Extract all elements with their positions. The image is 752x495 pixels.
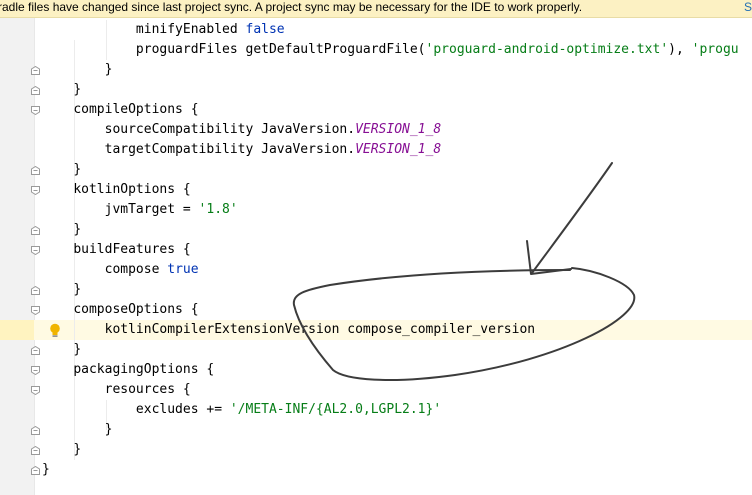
fold-end-icon[interactable] [31, 446, 40, 455]
code-token: proguardFiles getDefaultProguardFile( [135, 42, 426, 57]
code-line[interactable]: kotlinOptions { [42, 180, 739, 200]
lightbulb-icon[interactable] [49, 323, 61, 338]
fold-end-icon[interactable] [31, 66, 40, 75]
code-line[interactable]: kotlinCompilerExtensionVersion compose_c… [42, 320, 739, 340]
code-line[interactable]: } [42, 440, 739, 460]
code-token: buildFeatures { [73, 242, 191, 257]
code-token: } [73, 282, 82, 297]
code-token: compose [104, 262, 168, 277]
code-token: false [245, 22, 285, 37]
code-line[interactable]: } [42, 280, 739, 300]
code-line[interactable]: targetCompatibility JavaVersion.VERSION_… [42, 140, 739, 160]
code-line[interactable]: } [42, 340, 739, 360]
code-token: } [73, 222, 82, 237]
fold-start-icon[interactable] [31, 106, 40, 115]
code-token: } [73, 162, 82, 177]
current-line-gutter-highlight [0, 320, 34, 340]
code-line[interactable]: excludes += '/META-INF/{AL2.0,LGPL2.1}' [42, 400, 739, 420]
code-token: } [73, 442, 82, 457]
code-token: jvmTarget = [104, 202, 199, 217]
banner-message: radle files have changed since last proj… [0, 0, 583, 14]
code-token: } [73, 342, 82, 357]
code-token: excludes += [135, 402, 230, 417]
gradle-sync-banner: radle files have changed since last proj… [0, 0, 752, 18]
fold-start-icon[interactable] [31, 306, 40, 315]
fold-start-icon[interactable] [31, 246, 40, 255]
fold-start-icon[interactable] [31, 186, 40, 195]
code-token: } [104, 422, 113, 437]
fold-end-icon[interactable] [31, 166, 40, 175]
code-line[interactable]: jvmTarget = '1.8' [42, 200, 739, 220]
code-editor[interactable]: minifyEnabled false proguardFiles getDef… [42, 20, 739, 480]
code-line[interactable]: } [42, 60, 739, 80]
code-line[interactable]: } [42, 80, 739, 100]
fold-start-icon[interactable] [31, 386, 40, 395]
code-token: '1.8' [198, 202, 238, 217]
fold-end-icon[interactable] [31, 86, 40, 95]
code-token: 'progu [691, 42, 739, 57]
code-token: targetCompatibility JavaVersion. [104, 142, 356, 157]
code-token: '/META-INF/{AL2.0,LGPL2.1}' [229, 402, 442, 417]
fold-end-icon[interactable] [31, 226, 40, 235]
fold-end-icon[interactable] [31, 346, 40, 355]
code-token: } [42, 462, 50, 477]
code-token: sourceCompatibility JavaVersion. [104, 122, 356, 137]
code-line[interactable]: } [42, 160, 739, 180]
code-line[interactable]: } [42, 460, 739, 480]
code-line[interactable]: resources { [42, 380, 739, 400]
code-line[interactable]: composeOptions { [42, 300, 739, 320]
code-token: kotlinOptions { [73, 182, 191, 197]
code-token: true [167, 262, 199, 277]
code-token: 'proguard-android-optimize.txt' [425, 42, 669, 57]
code-line[interactable]: compileOptions { [42, 100, 739, 120]
code-token: resources { [104, 382, 191, 397]
code-token: ), [668, 42, 692, 57]
code-token: packagingOptions { [73, 362, 215, 377]
code-line[interactable]: } [42, 220, 739, 240]
fold-end-icon[interactable] [31, 426, 40, 435]
code-line[interactable]: buildFeatures { [42, 240, 739, 260]
code-token: } [73, 82, 82, 97]
fold-start-icon[interactable] [31, 366, 40, 375]
code-line[interactable]: compose true [42, 260, 739, 280]
code-line[interactable]: } [42, 420, 739, 440]
fold-end-icon[interactable] [31, 286, 40, 295]
code-token: } [104, 62, 113, 77]
code-token: kotlinCompilerExtensionVersion compose_c… [104, 322, 536, 337]
code-token: minifyEnabled [135, 22, 246, 37]
fold-end-icon[interactable] [31, 466, 40, 475]
code-line[interactable]: minifyEnabled false [42, 20, 739, 40]
code-line[interactable]: proguardFiles getDefaultProguardFile('pr… [42, 40, 739, 60]
editor-gutter [0, 18, 34, 495]
code-token: composeOptions { [73, 302, 199, 317]
code-line[interactable]: packagingOptions { [42, 360, 739, 380]
code-token: VERSION_1_8 [355, 142, 442, 157]
code-token: VERSION_1_8 [355, 122, 442, 137]
code-token: compileOptions { [73, 102, 199, 117]
code-line[interactable]: sourceCompatibility JavaVersion.VERSION_… [42, 120, 739, 140]
sync-now-link[interactable]: S [744, 0, 752, 15]
